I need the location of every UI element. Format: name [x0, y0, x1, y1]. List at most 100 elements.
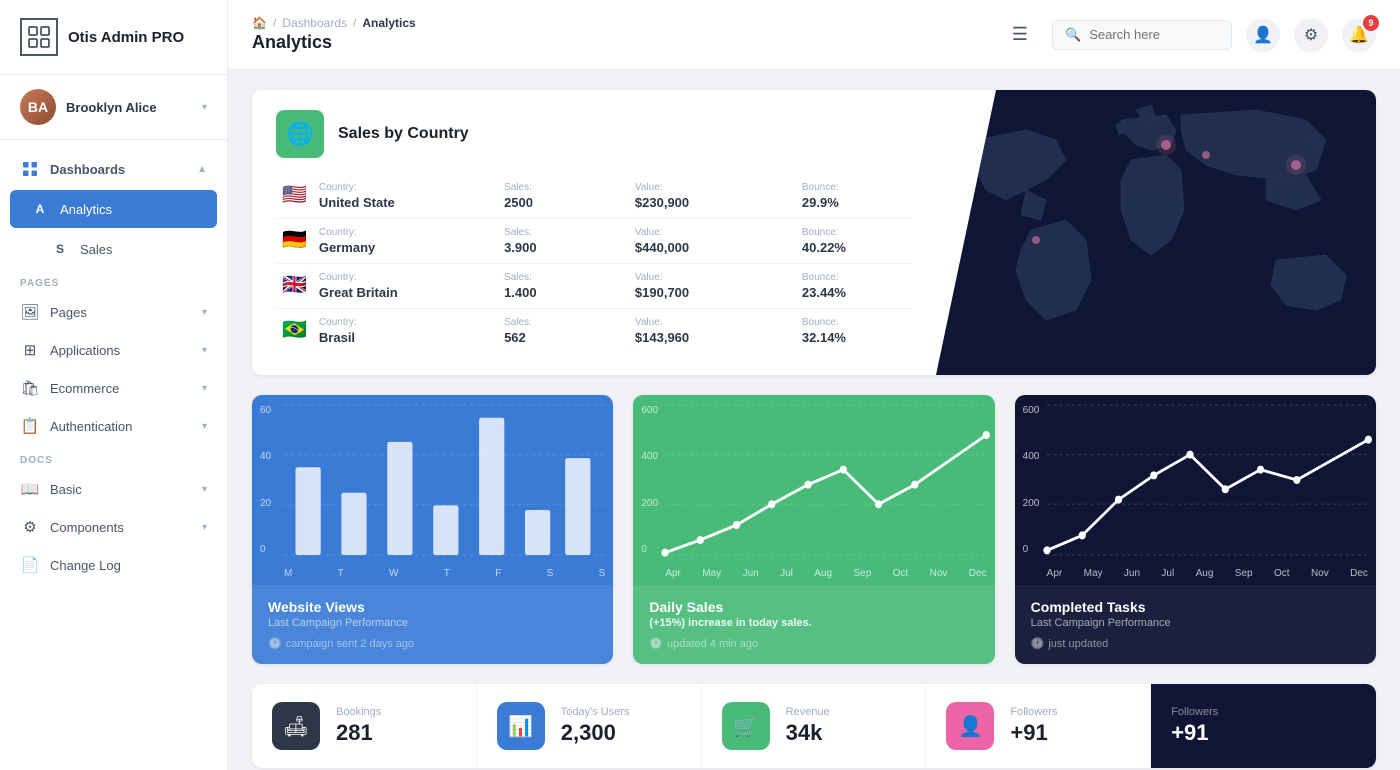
completed-tasks-chart: 600 400 200 0 — [1015, 395, 1376, 585]
sidebar-item-applications[interactable]: ⊞ Applications ▾ — [0, 331, 227, 369]
ecommerce-chevron-icon: ▾ — [202, 383, 207, 394]
value-value: $230,900 — [635, 195, 756, 210]
website-views-subtitle: Last Campaign Performance — [268, 617, 597, 629]
extra-label: Followers — [1171, 706, 1218, 718]
stat-followers-info: Followers +91 — [1010, 706, 1057, 746]
stat-today-users: 📊 Today's Users 2,300 — [477, 684, 702, 768]
sidebar-item-components[interactable]: ⚙ Components ▾ — [0, 508, 227, 546]
table-row: 🇬🇧 Country:Great Britain Sales:1.400 Val… — [276, 264, 912, 309]
docs-section-label: DOCS — [0, 445, 227, 470]
sidebar-item-dashboards[interactable]: Dashboards ▲ — [0, 150, 227, 188]
page-title: Analytics — [252, 32, 996, 53]
clock-icon: 🕐 — [649, 637, 663, 650]
completed-tasks-footer: Completed Tasks Last Campaign Performanc… — [1015, 585, 1376, 664]
followers-label: Followers — [1010, 706, 1057, 718]
stats-bar: 🛋 Bookings 281 📊 Today's Users 2,300 🛒 R… — [252, 684, 1376, 768]
flag-br: 🇧🇷 — [282, 319, 307, 341]
revenue-icon: 🛒 — [722, 702, 770, 750]
extra-value: +91 — [1171, 720, 1218, 746]
logo-area: Otis Admin PRO — [0, 0, 227, 75]
table-row: 🇩🇪 Country:Germany Sales:3.900 Value:$44… — [276, 219, 912, 264]
sales-letter: S — [50, 239, 70, 259]
map-section — [936, 90, 1376, 375]
pages-chevron-icon: ▾ — [202, 307, 207, 318]
country-value: United State — [319, 195, 458, 210]
home-icon: 🏠 — [252, 16, 267, 30]
basic-icon: 📖 — [20, 479, 40, 499]
country-label: Country: — [319, 182, 458, 193]
sales-card-header: 🌐 Sales by Country — [276, 110, 912, 158]
breadcrumb-analytics: Analytics — [362, 16, 415, 30]
daily-sales-time: 🕐 updated 4 min ago — [649, 637, 978, 650]
components-label: Components — [50, 520, 192, 535]
user-icon-button[interactable]: 👤 — [1246, 18, 1280, 52]
logo-icon — [20, 18, 58, 56]
stat-revenue: 🛒 Revenue 34k — [702, 684, 927, 768]
stat-extra: Followers +91 — [1151, 684, 1376, 768]
world-map-svg — [936, 90, 1376, 370]
sidebar: Otis Admin PRO BA Brooklyn Alice ▾ Dashb… — [0, 0, 228, 770]
completed-tasks-x-labels: AprMayJunJulAugSepOctNovDec — [1047, 568, 1368, 579]
revenue-label: Revenue — [786, 706, 830, 718]
charts-row: 60 40 20 0 — [252, 395, 1376, 664]
flag-us: 🇺🇸 — [282, 184, 307, 206]
sales-card-title: Sales by Country — [338, 125, 469, 143]
today-users-label: Today's Users — [561, 706, 630, 718]
breadcrumb: 🏠 / Dashboards / Analytics — [252, 16, 996, 30]
authentication-icon: 📋 — [20, 416, 40, 436]
sidebar-item-pages[interactable]: 🖼 Pages ▾ — [0, 293, 227, 331]
header-left: 🏠 / Dashboards / Analytics Analytics — [252, 16, 996, 53]
sales-label: Sales: — [504, 182, 589, 193]
revenue-value: 34k — [786, 720, 830, 746]
analytics-letter: A — [30, 199, 50, 219]
breadcrumb-sep: / — [273, 16, 276, 30]
pages-icon: 🖼 — [20, 302, 40, 322]
website-views-time: 🕐 campaign sent 2 days ago — [268, 637, 597, 650]
dashboards-label: Dashboards — [50, 162, 187, 177]
header-right: 🔍 👤 ⚙ 🔔 9 — [1052, 18, 1376, 52]
clock-icon: 🕐 — [1031, 637, 1045, 650]
gear-icon: ⚙ — [1304, 25, 1318, 45]
search-icon: 🔍 — [1065, 27, 1081, 43]
stat-revenue-info: Revenue 34k — [786, 706, 830, 746]
stat-followers: 👤 Followers +91 — [926, 684, 1151, 768]
sales-label: Sales — [80, 242, 207, 257]
completed-tasks-time: 🕐 just updated — [1031, 637, 1360, 650]
daily-sales-card: 600 400 200 0 — [633, 395, 994, 664]
notification-badge: 9 — [1363, 15, 1379, 31]
app-name: Otis Admin PRO — [68, 29, 184, 46]
changelog-icon: 📄 — [20, 555, 40, 575]
daily-sales-title: Daily Sales — [649, 599, 978, 615]
sidebar-item-sales[interactable]: S Sales — [0, 230, 227, 268]
search-input[interactable] — [1089, 27, 1219, 42]
sidebar-item-analytics[interactable]: A Analytics — [10, 190, 217, 228]
sidebar-item-basic[interactable]: 📖 Basic ▾ — [0, 470, 227, 508]
daily-sales-chart: 600 400 200 0 — [633, 395, 994, 585]
user-name: Brooklyn Alice — [66, 100, 192, 115]
notifications-icon-button[interactable]: 🔔 9 — [1342, 18, 1376, 52]
website-views-y-labels: 60 40 20 0 — [260, 405, 271, 555]
basic-label: Basic — [50, 482, 192, 497]
changelog-label: Change Log — [50, 558, 207, 573]
settings-icon-button[interactable]: ⚙ — [1294, 18, 1328, 52]
nav-menu: Dashboards ▲ A Analytics S Sales PAGES 🖼… — [0, 140, 227, 770]
daily-sales-x-labels: AprMayJunJulAugSepOctNovDec — [665, 568, 986, 579]
followers-value: +91 — [1010, 720, 1057, 746]
breadcrumb-dashboards: Dashboards — [282, 16, 347, 30]
pages-label: Pages — [50, 305, 192, 320]
user-profile[interactable]: BA Brooklyn Alice ▾ — [0, 75, 227, 140]
website-views-bar-area — [284, 405, 605, 555]
header: 🏠 / Dashboards / Analytics Analytics ☰ 🔍… — [228, 0, 1400, 70]
dashboards-chevron-icon: ▲ — [197, 164, 207, 175]
website-views-x-labels: MTWTFSS — [284, 568, 605, 579]
search-box[interactable]: 🔍 — [1052, 20, 1232, 50]
today-users-icon: 📊 — [497, 702, 545, 750]
hamburger-icon[interactable]: ☰ — [1012, 24, 1028, 45]
daily-sales-y-labels: 600 400 200 0 — [641, 405, 658, 555]
sidebar-item-ecommerce[interactable]: 🛍 Ecommerce ▾ — [0, 369, 227, 407]
basic-chevron-icon: ▾ — [202, 484, 207, 495]
applications-chevron-icon: ▾ — [202, 345, 207, 356]
flag-gb: 🇬🇧 — [282, 274, 307, 296]
sidebar-item-changelog[interactable]: 📄 Change Log — [0, 546, 227, 584]
sidebar-item-authentication[interactable]: 📋 Authentication ▾ — [0, 407, 227, 445]
